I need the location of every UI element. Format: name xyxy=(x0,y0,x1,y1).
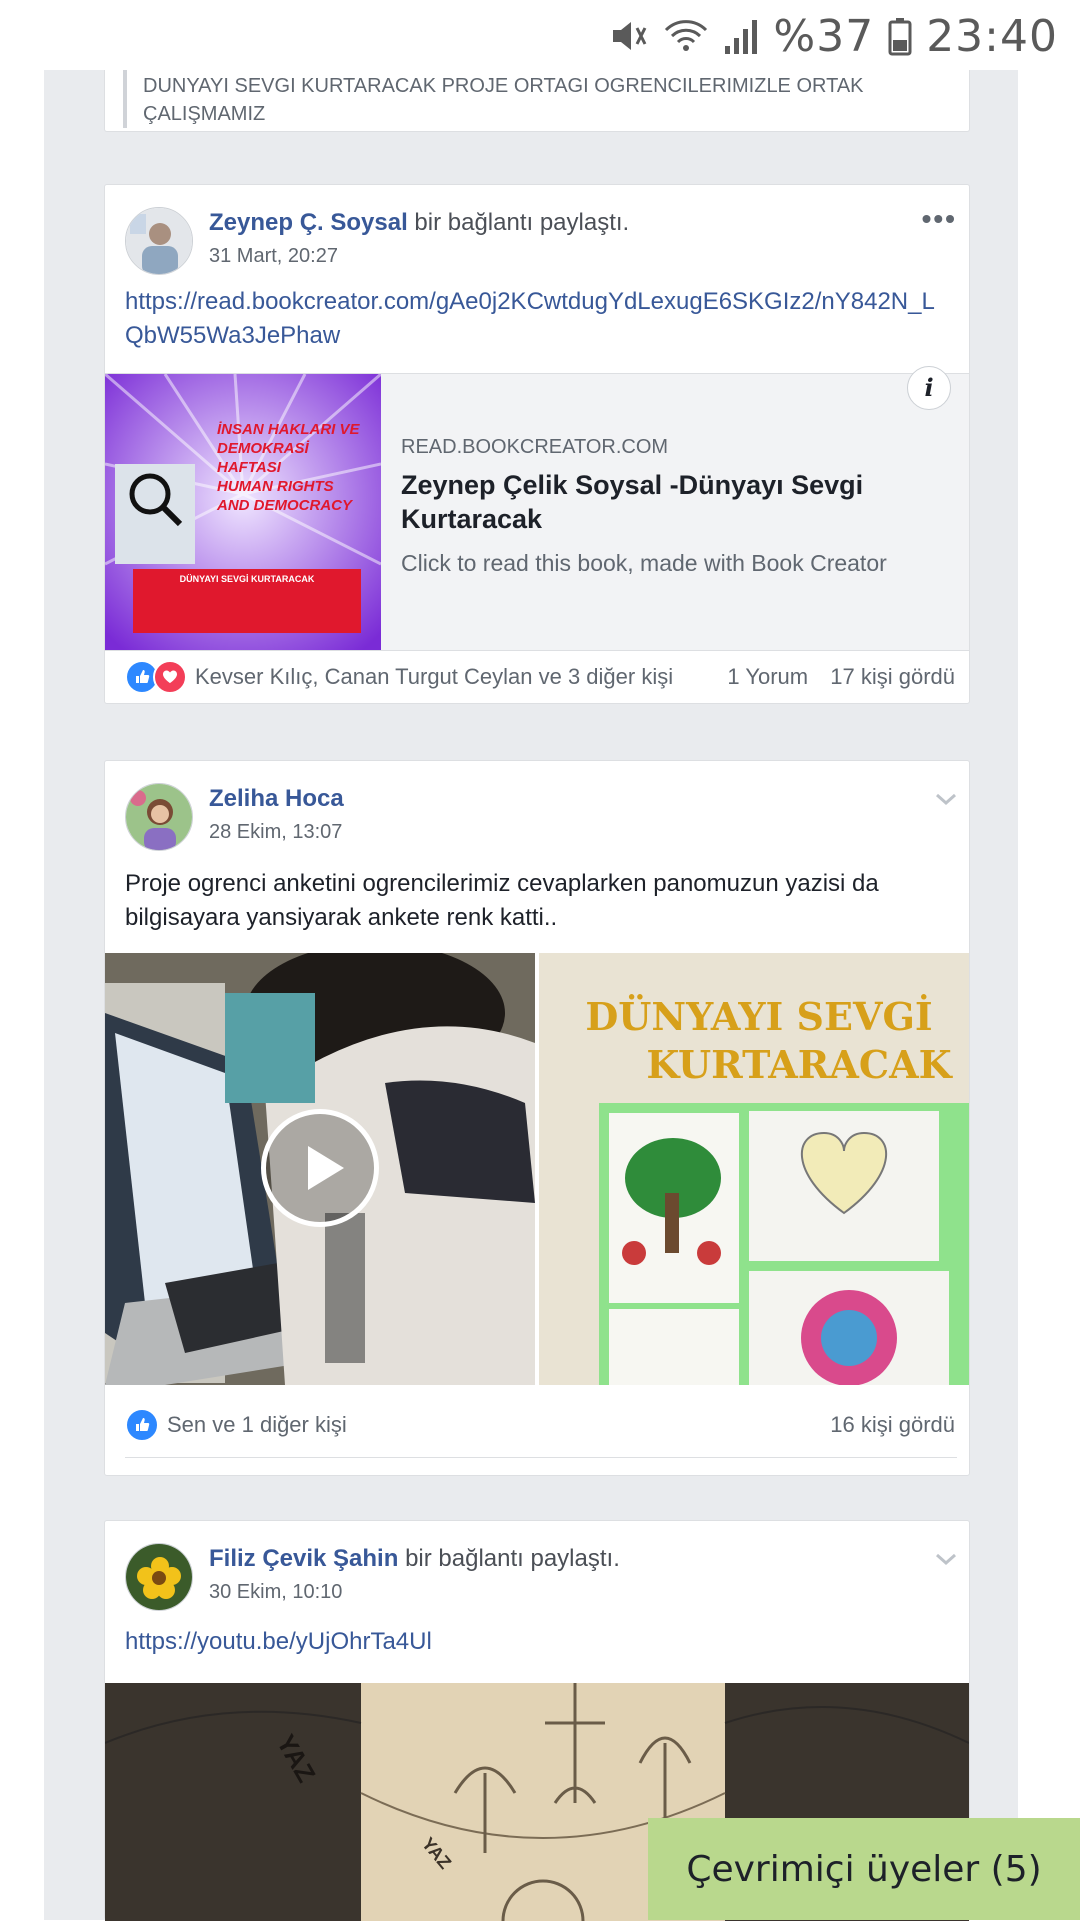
author-name[interactable]: Zeynep Ç. Soysal xyxy=(209,209,408,236)
like-reaction-icon xyxy=(125,1408,159,1442)
online-members-button[interactable]: Çevrimiçi üyeler (5) xyxy=(648,1818,1080,1920)
post-header: Zeynep Ç. Soysal bir bağlantı paylaştı. xyxy=(209,209,629,237)
post-header: Filiz Çevik Şahin bir bağlantı paylaştı. xyxy=(209,1545,620,1573)
thumbnail-caption: DÜNYAYI SEVGİ KURTARACAK xyxy=(179,574,315,584)
author-name[interactable]: Filiz Çevik Şahin xyxy=(209,1545,398,1572)
wifi-icon xyxy=(663,16,709,56)
link-preview-thumbnail: İNSAN HAKLARI VE DEMOKRASİ HAFTASI HUMAN… xyxy=(105,374,381,650)
avatar[interactable] xyxy=(125,207,193,275)
link-title[interactable]: Zeynep Çelik Soysal -Dünyayı Sevgi Kurta… xyxy=(401,468,921,536)
chevron-down-icon[interactable] xyxy=(933,789,959,809)
reaction-names[interactable]: Kevser Kılıç, Canan Turgut Ceylan ve 3 d… xyxy=(195,664,673,690)
battery-percent: %37 xyxy=(773,10,875,62)
post-action: bir bağlantı paylaştı. xyxy=(405,1545,620,1572)
author-name[interactable]: Zeliha Hoca xyxy=(209,785,344,812)
reactions-bar[interactable]: Kevser Kılıç, Canan Turgut Ceylan ve 3 d… xyxy=(125,659,955,695)
link-preview[interactable]: İNSAN HAKLARI VE DEMOKRASİ HAFTASI HUMAN… xyxy=(105,366,969,651)
quote-text: DUNYAYI SEVGI KURTARACAK PROJE ORTAGI OG… xyxy=(143,75,864,125)
info-icon[interactable]: i xyxy=(907,366,951,410)
board-title: DÜNYAYI SEVGİ KURTARACAK xyxy=(585,994,952,1087)
comment-count[interactable]: 1 Yorum xyxy=(727,664,808,689)
post-card: Zeliha Hoca 28 Ekim, 13:07 Proje ogrenci… xyxy=(104,760,970,1476)
quote-bar xyxy=(123,70,127,128)
avatar[interactable] xyxy=(125,783,193,851)
reactions-bar[interactable]: Sen ve 1 diğer kişi 16 kişi gördü xyxy=(125,1407,955,1443)
post-time[interactable]: 28 Ekim, 13:07 xyxy=(209,821,342,844)
avatar[interactable] xyxy=(125,1543,193,1611)
status-bar: %37 23:40 xyxy=(0,0,1080,70)
view-count: 17 kişi gördü xyxy=(830,664,955,689)
divider xyxy=(125,1457,957,1458)
clock: 23:40 xyxy=(926,10,1058,62)
feed-frame: DUNYAYI SEVGI KURTARACAK PROJE ORTAGI OG… xyxy=(44,70,1018,1921)
chevron-down-icon[interactable] xyxy=(933,1549,959,1569)
love-reaction-icon xyxy=(153,660,187,694)
post-header: Zeliha Hoca xyxy=(209,785,344,813)
reaction-names[interactable]: Sen ve 1 diğer kişi xyxy=(167,1412,347,1438)
post-link[interactable]: https://read.bookcreator.com/gAe0j2KCwtd… xyxy=(125,285,949,353)
battery-icon xyxy=(888,16,912,56)
post-time[interactable]: 31 Mart, 20:27 xyxy=(209,245,338,268)
post-action: bir bağlantı paylaştı. xyxy=(414,209,630,236)
video-thumbnail[interactable] xyxy=(105,953,535,1385)
link-domain: READ.BOOKCREATOR.COM xyxy=(401,436,669,458)
link-description: Click to read this book, made with Book … xyxy=(401,550,887,576)
board-photo[interactable]: DÜNYAYI SEVGİ KURTARACAK xyxy=(539,953,969,1385)
previous-post-tail: DUNYAYI SEVGI KURTARACAK PROJE ORTAGI OG… xyxy=(104,70,970,132)
view-count: 16 kişi gördü xyxy=(830,1412,955,1437)
play-button-icon[interactable] xyxy=(261,1109,379,1227)
post-time[interactable]: 30 Ekim, 10:10 xyxy=(209,1581,342,1604)
thumbnail-heading: İNSAN HAKLARI VE DEMOKRASİ HAFTASI HUMAN… xyxy=(217,421,360,514)
signal-icon xyxy=(723,16,759,56)
post-link[interactable]: https://youtu.be/yUjOhrTa4Ul xyxy=(125,1625,949,1659)
mute-icon xyxy=(609,16,649,56)
post-card: Zeynep Ç. Soysal bir bağlantı paylaştı. … xyxy=(104,184,970,704)
more-options-icon[interactable]: ••• xyxy=(922,203,957,235)
post-text: Proje ogrenci anketini ogrencilerimiz ce… xyxy=(125,870,879,931)
